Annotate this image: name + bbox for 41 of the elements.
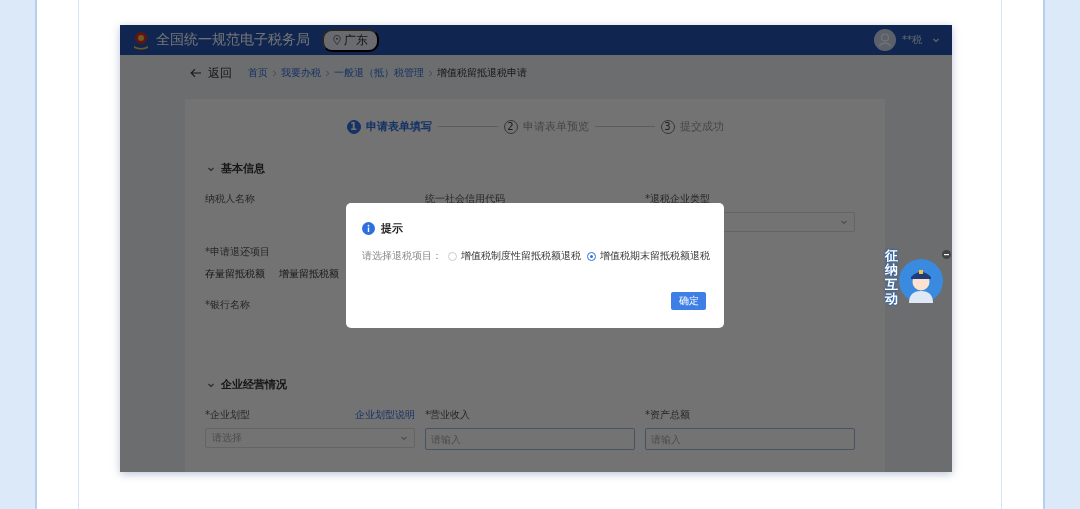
prompt-label: 请选择退税项目： bbox=[362, 249, 442, 263]
location-pin-icon bbox=[333, 35, 341, 45]
separator-icon bbox=[272, 69, 277, 77]
dropdown-icon bbox=[932, 36, 940, 44]
section-title: 企业经营情况 bbox=[221, 377, 287, 392]
avatar-icon[interactable] bbox=[874, 29, 896, 51]
separator-icon bbox=[428, 69, 433, 77]
user-name[interactable]: **税 bbox=[902, 33, 922, 47]
emblem-icon bbox=[132, 30, 150, 50]
dialog-title: 提示 bbox=[381, 221, 403, 236]
separator-icon bbox=[325, 69, 330, 77]
field-label: *资产总额 bbox=[645, 408, 690, 422]
field-label: *退税企业类型 bbox=[645, 192, 710, 206]
radio-option[interactable]: 增值税制度性留抵税额退税 bbox=[448, 249, 581, 263]
info-icon bbox=[362, 222, 375, 235]
confirm-button[interactable]: 确定 bbox=[671, 292, 706, 310]
breadcrumb-link[interactable]: 增值税留抵退税申请 bbox=[437, 66, 527, 80]
field-label: *营业收入 bbox=[425, 408, 470, 422]
option-button[interactable]: 增量留抵税额 bbox=[279, 267, 339, 281]
back-arrow-icon bbox=[190, 68, 202, 78]
field-label: *银行名称 bbox=[205, 298, 250, 312]
step-number: 3 bbox=[660, 119, 675, 134]
help-link[interactable]: 企业划型说明 bbox=[355, 408, 415, 422]
section-title: 基本信息 bbox=[221, 161, 265, 176]
region-selector[interactable]: 广东 bbox=[322, 28, 379, 52]
step-number: 2 bbox=[503, 119, 518, 134]
option-button[interactable]: 存量留抵税额 bbox=[205, 267, 265, 281]
back-button[interactable]: 返回 bbox=[190, 64, 232, 82]
chevron-icon bbox=[400, 434, 408, 442]
radio-option[interactable]: 增值税期末留抵税额退税 bbox=[587, 249, 710, 263]
field-label: *企业划型 bbox=[205, 408, 250, 422]
breadcrumb-link[interactable]: 我要办税 bbox=[281, 66, 321, 80]
chevron-icon bbox=[840, 218, 848, 226]
minimize-icon[interactable] bbox=[942, 250, 951, 259]
site-title: 全国统一规范电子税务局 bbox=[156, 31, 310, 49]
field-label: *申请退还项目 bbox=[205, 245, 270, 259]
breadcrumb-link[interactable]: 首页 bbox=[248, 66, 268, 80]
assistant-button[interactable]: 征纳互动 bbox=[883, 247, 945, 309]
step-label: 申请表单填写 bbox=[365, 119, 432, 134]
step-number: 1 bbox=[346, 119, 361, 134]
field-label: 纳税人名称 bbox=[205, 192, 255, 206]
